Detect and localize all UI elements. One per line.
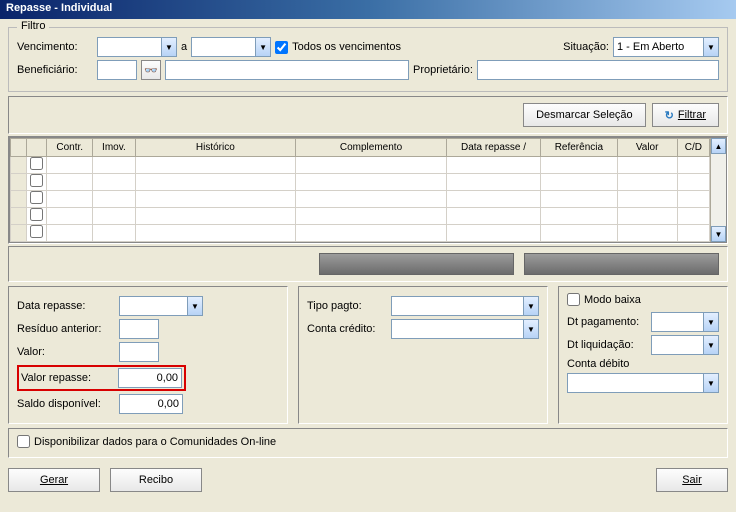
proprietario-input[interactable] xyxy=(477,60,719,80)
col-referencia[interactable]: Referência xyxy=(541,139,617,157)
col-historico[interactable]: Histórico xyxy=(135,139,296,157)
chevron-down-icon[interactable]: ▼ xyxy=(161,37,177,57)
title-bar: Repasse - Individual xyxy=(0,0,736,19)
table-row[interactable] xyxy=(11,174,710,191)
filtrar-button[interactable]: ↻Filtrar xyxy=(652,103,719,127)
data-repasse-field[interactable]: ▼ xyxy=(119,296,203,316)
left-panel: Data repasse: ▼ Resíduo anterior: Valor:… xyxy=(8,286,288,424)
col-complemento[interactable]: Complemento xyxy=(296,139,447,157)
modo-baixa-checkbox[interactable]: Modo baixa xyxy=(567,293,641,306)
sair-button[interactable]: Sair xyxy=(656,468,728,492)
repasse-table[interactable]: Contr. Imov. Histórico Complemento Data … xyxy=(10,138,710,242)
right-panel: Modo baixa Dt pagamento: ▼ Dt liquidação… xyxy=(558,286,728,424)
situacao-input[interactable] xyxy=(613,37,703,57)
conta-debito-label: Conta débito xyxy=(567,358,647,370)
col-valor[interactable]: Valor xyxy=(617,139,677,157)
row-checkbox[interactable] xyxy=(30,225,43,238)
valor-label: Valor: xyxy=(17,346,115,358)
col-datarepasse[interactable]: Data repasse / xyxy=(446,139,540,157)
residuo-input[interactable] xyxy=(119,319,159,339)
status-bar-2 xyxy=(524,253,719,275)
saldo-label: Saldo disponível: xyxy=(17,398,115,410)
extra-panel: Disponibilizar dados para o Comunidades … xyxy=(8,428,728,458)
scroll-up-icon[interactable]: ▲ xyxy=(711,138,726,154)
beneficiario-code[interactable] xyxy=(97,60,137,80)
residuo-label: Resíduo anterior: xyxy=(17,323,115,335)
proprietario-label: Proprietário: xyxy=(413,64,473,76)
saldo-input xyxy=(119,394,183,414)
todos-vencimentos-input[interactable] xyxy=(275,41,288,54)
desmarcar-button[interactable]: Desmarcar Seleção xyxy=(523,103,646,127)
grid-panel: Contr. Imov. Histórico Complemento Data … xyxy=(8,136,728,244)
row-checkbox[interactable] xyxy=(30,174,43,187)
dt-pagamento-label: Dt pagamento: xyxy=(567,316,647,328)
binoculars-icon[interactable]: 👓 xyxy=(141,60,161,80)
scroll-track[interactable] xyxy=(711,154,726,226)
action-bar: Desmarcar Seleção ↻Filtrar xyxy=(8,96,728,134)
beneficiario-label: Beneficiário: xyxy=(17,64,93,76)
conta-credito-combo[interactable]: ▼ xyxy=(391,319,539,339)
recibo-button[interactable]: Recibo xyxy=(110,468,202,492)
window-title: Repasse - Individual xyxy=(6,2,112,14)
valor-repasse-input[interactable] xyxy=(118,368,182,388)
conta-debito-combo[interactable]: ▼ xyxy=(567,373,719,393)
chevron-down-icon[interactable]: ▼ xyxy=(703,373,719,393)
row-checkbox[interactable] xyxy=(30,208,43,221)
mid-panel: Tipo pagto: ▼ Conta crédito: ▼ xyxy=(298,286,548,424)
valor-repasse-label: Valor repasse: xyxy=(21,372,115,384)
col-check[interactable] xyxy=(27,139,47,157)
filtro-legend: Filtro xyxy=(17,20,49,32)
bottom-bar: Gerar Recibo Sair xyxy=(0,464,736,496)
table-row[interactable] xyxy=(11,191,710,208)
dt-liquidacao-combo[interactable]: ▼ xyxy=(651,335,719,355)
data-repasse-label: Data repasse: xyxy=(17,300,115,312)
beneficiario-name[interactable] xyxy=(165,60,409,80)
dt-liquidacao-label: Dt liquidação: xyxy=(567,339,647,351)
table-row[interactable] xyxy=(11,225,710,242)
conta-credito-label: Conta crédito: xyxy=(307,323,387,335)
chevron-down-icon[interactable]: ▼ xyxy=(703,312,719,332)
gerar-button[interactable]: Gerar xyxy=(8,468,100,492)
col-rowheader[interactable] xyxy=(11,139,27,157)
chevron-down-icon[interactable]: ▼ xyxy=(187,296,203,316)
vencimento-from-input[interactable] xyxy=(97,37,161,57)
situacao-combo[interactable]: ▼ xyxy=(613,37,719,57)
dt-pagamento-combo[interactable]: ▼ xyxy=(651,312,719,332)
scroll-down-icon[interactable]: ▼ xyxy=(711,226,726,242)
status-bars xyxy=(8,246,728,282)
col-contr[interactable]: Contr. xyxy=(47,139,93,157)
chevron-down-icon[interactable]: ▼ xyxy=(255,37,271,57)
col-imov[interactable]: Imov. xyxy=(93,139,135,157)
refresh-icon: ↻ xyxy=(665,109,674,122)
situacao-label: Situação: xyxy=(563,41,609,53)
valor-repasse-highlight: Valor repasse: xyxy=(17,365,186,391)
row-checkbox[interactable] xyxy=(30,157,43,170)
table-row[interactable] xyxy=(11,157,710,174)
valor-input[interactable] xyxy=(119,342,159,362)
vencimento-label: Vencimento: xyxy=(17,41,93,53)
chevron-down-icon[interactable]: ▼ xyxy=(523,319,539,339)
tipo-pagto-label: Tipo pagto: xyxy=(307,300,387,312)
tipo-pagto-combo[interactable]: ▼ xyxy=(391,296,539,316)
vencimento-to-input[interactable] xyxy=(191,37,255,57)
vencimento-to[interactable]: ▼ xyxy=(191,37,271,57)
todos-vencimentos-checkbox[interactable]: Todos os vencimentos xyxy=(275,41,401,54)
a-label: a xyxy=(181,41,187,53)
vencimento-from[interactable]: ▼ xyxy=(97,37,177,57)
chevron-down-icon[interactable]: ▼ xyxy=(523,296,539,316)
col-cd[interactable]: C/D xyxy=(677,139,709,157)
row-checkbox[interactable] xyxy=(30,191,43,204)
table-row[interactable] xyxy=(11,208,710,225)
filtro-group: Filtro Vencimento: ▼ a ▼ Todos os vencim… xyxy=(8,27,728,92)
scrollbar[interactable]: ▲ ▼ xyxy=(710,138,726,242)
chevron-down-icon[interactable]: ▼ xyxy=(703,335,719,355)
chevron-down-icon[interactable]: ▼ xyxy=(703,37,719,57)
status-bar-1 xyxy=(319,253,514,275)
disponibilizar-checkbox[interactable]: Disponibilizar dados para o Comunidades … xyxy=(17,435,276,448)
